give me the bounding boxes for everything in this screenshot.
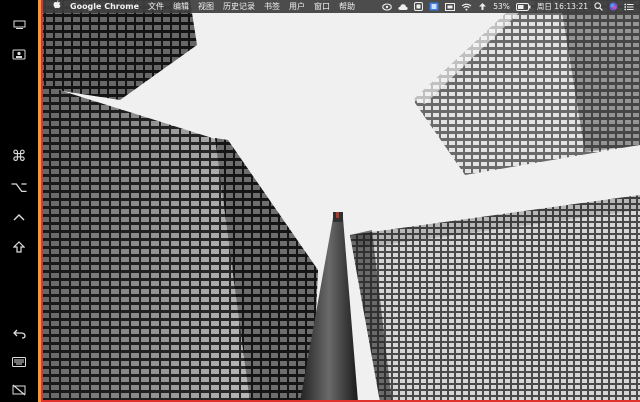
undo-icon[interactable]	[7, 322, 31, 344]
shift-key-icon[interactable]	[7, 236, 31, 258]
sidecar-frame-red	[41, 0, 43, 402]
disconnect-sidecar-icon[interactable]	[7, 379, 31, 401]
menu-edit[interactable]: 编辑	[173, 0, 189, 13]
screen-mirror-icon[interactable]	[445, 0, 456, 13]
command-key-icon[interactable]: ⌘	[7, 145, 31, 167]
spotlight-search-icon[interactable]	[594, 0, 603, 13]
apple-logo-icon[interactable]	[53, 0, 61, 13]
menu-clock[interactable]: 周日 16:13:21	[537, 0, 588, 13]
menu-bar: Google Chrome 文件 编辑 视图 历史记录 书签 用户 窗口 帮助 …	[43, 0, 640, 13]
menu-history[interactable]: 历史记录	[223, 0, 255, 13]
battery-percent: 53%	[493, 2, 510, 11]
menu-file[interactable]: 文件	[148, 0, 164, 13]
option-key-icon[interactable]: ⌥	[7, 176, 31, 198]
sidecar-sidebar: ⌘ ⌥	[0, 0, 38, 402]
notification-center-icon[interactable]	[624, 0, 634, 13]
keyboard-icon[interactable]	[7, 351, 31, 373]
grid-app-icon[interactable]	[414, 0, 424, 13]
wifi-icon[interactable]	[461, 0, 472, 13]
battery-icon[interactable]	[515, 0, 531, 13]
menu-bookmarks[interactable]: 书签	[264, 0, 280, 13]
control-key-icon[interactable]	[7, 206, 31, 228]
cloud-status-icon[interactable]	[398, 0, 408, 13]
upload-icon[interactable]	[478, 0, 487, 13]
desktop-wallpaper	[0, 0, 640, 402]
status-area: 53% 周日 16:13:21	[382, 0, 634, 13]
sidecar-display-icon[interactable]	[429, 0, 439, 13]
creative-cloud-icon[interactable]	[382, 0, 393, 13]
siri-icon[interactable]	[609, 0, 618, 13]
menu-window[interactable]: 窗口	[314, 0, 330, 13]
app-name-menu[interactable]: Google Chrome	[70, 0, 139, 13]
menu-people[interactable]: 用户	[289, 0, 305, 13]
screen-sidecar-icon[interactable]	[7, 44, 31, 66]
menu-view[interactable]: 视图	[198, 0, 214, 13]
display-icon[interactable]	[7, 14, 31, 36]
menu-help[interactable]: 帮助	[339, 0, 355, 13]
